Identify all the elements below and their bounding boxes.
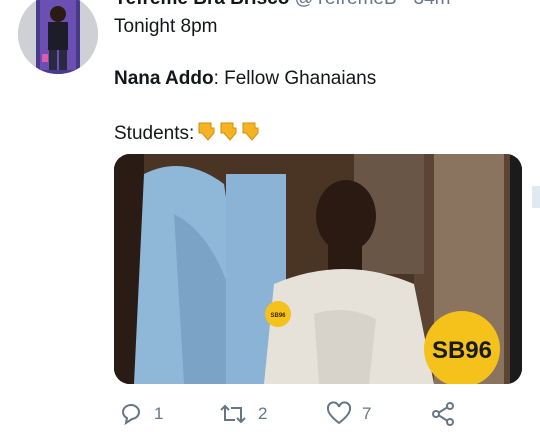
reply-button[interactable]: 1	[118, 398, 163, 430]
students-label: Students:	[114, 123, 195, 144]
watermark-small: SB96	[270, 313, 286, 319]
avatar-image	[18, 0, 98, 74]
avatar[interactable]	[18, 0, 98, 74]
retweet-button[interactable]: 2	[218, 398, 267, 430]
retweet-count: 2	[258, 404, 268, 423]
scroll-edge-marker	[532, 186, 540, 208]
like-count: 7	[362, 404, 372, 423]
heart-icon	[326, 401, 352, 425]
speaker-name: Nana Addo	[114, 68, 214, 89]
tweet-actions: 1 2 7	[0, 398, 540, 430]
tweet-text-line-1: Tonight 8pm	[114, 16, 218, 37]
tweet-text-line-3: Students:	[114, 120, 262, 148]
watermark-main: SB96	[432, 337, 492, 364]
point-down-icon	[198, 122, 259, 141]
share-icon	[432, 402, 454, 426]
share-button[interactable]	[430, 398, 456, 430]
header-separator: ·	[402, 0, 408, 9]
tweet-media-image[interactable]: SB96 SB96	[114, 154, 522, 384]
speaker-quote: : Fellow Ghanaians	[213, 68, 377, 89]
point-down-emoji-group	[196, 120, 262, 148]
chevron-down-icon[interactable]	[496, 0, 520, 6]
author-name[interactable]: Yefreme Bra Brisco	[114, 0, 289, 9]
media-illustration: SB96 SB96	[114, 154, 522, 384]
tweet-header: Yefreme Bra Brisco @YefremeB · 34m	[114, 0, 451, 10]
tweet-timestamp[interactable]: 34m	[414, 0, 451, 9]
author-handle[interactable]: @YefremeB	[295, 0, 397, 9]
retweet-icon	[220, 404, 246, 424]
tweet-text-line-2: Nana Addo: Fellow Ghanaians	[114, 68, 376, 90]
reply-icon	[121, 404, 140, 426]
like-button[interactable]: 7	[326, 398, 371, 430]
reply-count: 1	[154, 404, 164, 423]
